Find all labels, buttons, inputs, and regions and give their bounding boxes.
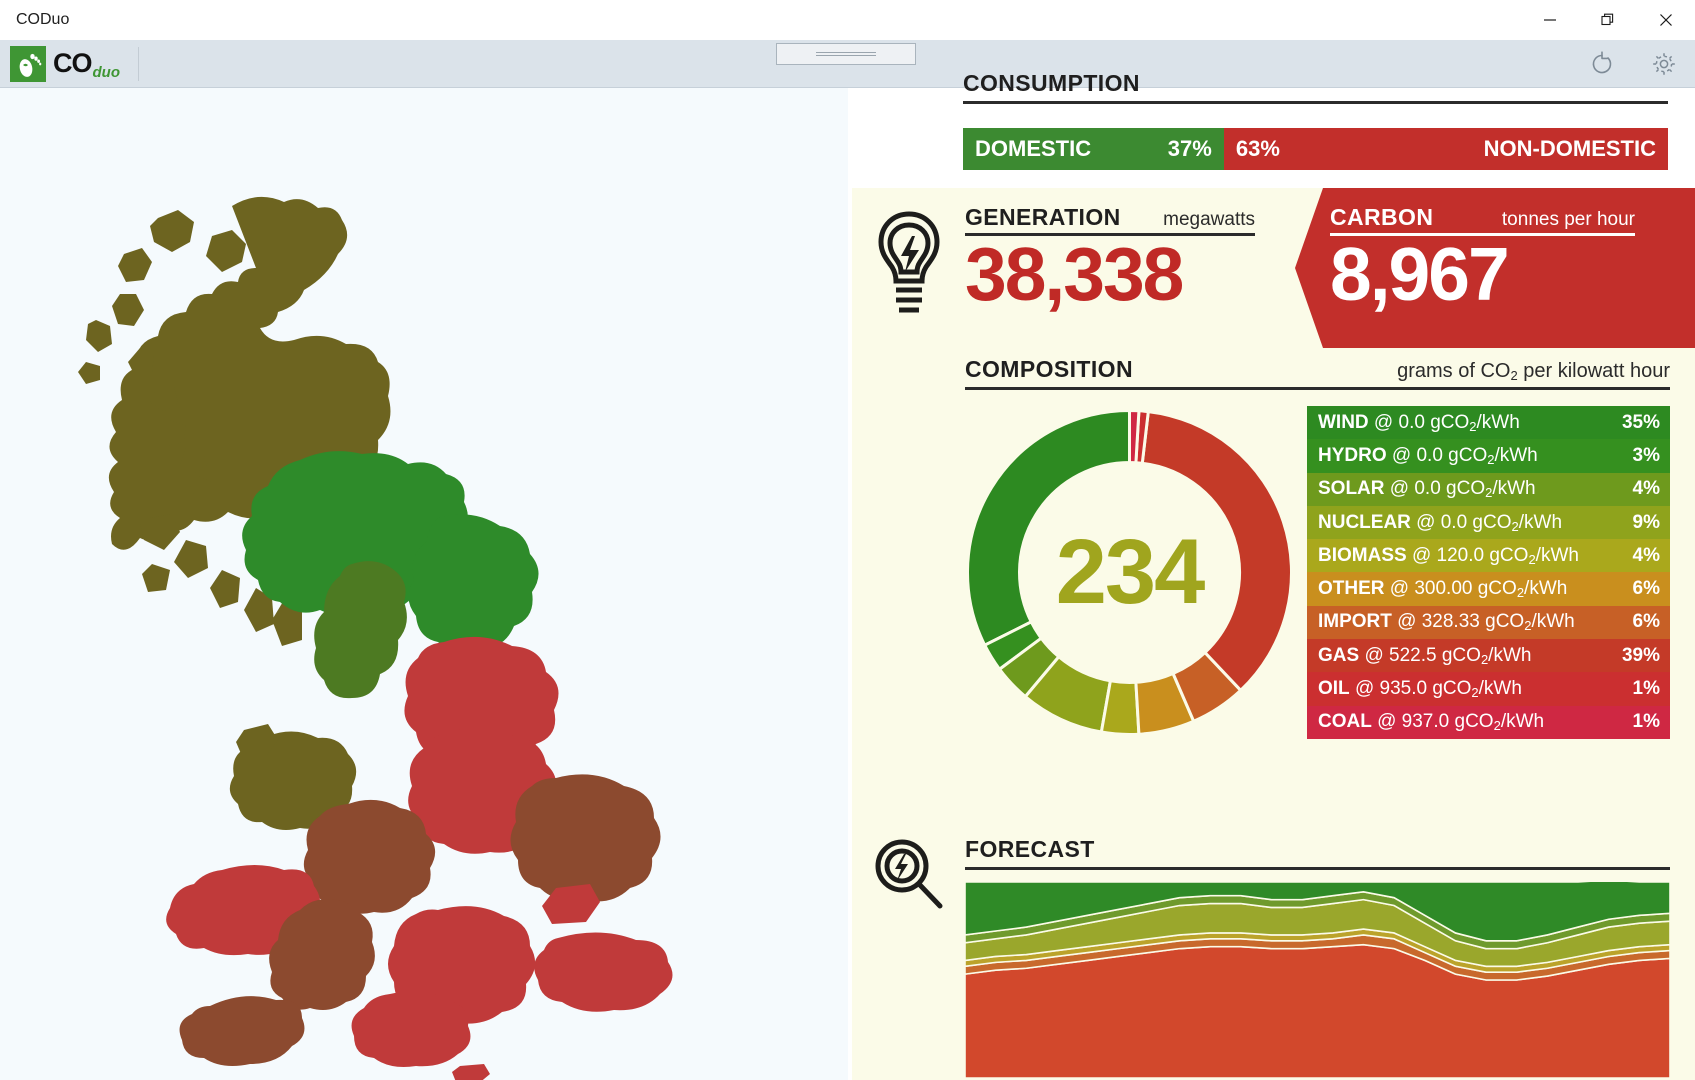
forecast-title: FORECAST xyxy=(965,836,1095,862)
map-region-north-east[interactable] xyxy=(408,514,539,652)
generation-carbon-banner: GENERATION megawatts 38,338 CARBON tonne… xyxy=(852,188,1695,348)
legend-pct-oil: 1% xyxy=(1632,678,1660,700)
legend-pct-nuclear: 9% xyxy=(1632,511,1660,533)
legend-pct-hydro: 3% xyxy=(1632,444,1660,466)
consumption-section: CONSUMPTION DOMESTIC 37% 63% NON-DOMESTI… xyxy=(850,70,1695,186)
legend-label-oil: OIL @ 935.0 gCO2/kWh xyxy=(1318,678,1522,700)
logo-text: CO xyxy=(53,48,92,78)
carbon-value: 8,967 xyxy=(1330,232,1510,316)
consumption-nondomestic-pct: 63% xyxy=(1235,136,1280,161)
map-region-west-midlands[interactable] xyxy=(303,799,436,914)
legend-pct-other: 6% xyxy=(1632,578,1660,600)
carbon-label: CARBON xyxy=(1330,204,1434,230)
legend-pct-wind: 35% xyxy=(1621,411,1660,433)
minimize-button[interactable] xyxy=(1521,0,1579,40)
consumption-domestic-label: DOMESTIC xyxy=(975,136,1092,161)
carbon-unit: tonnes per hour xyxy=(1501,209,1635,230)
footprint-icon xyxy=(10,45,46,82)
restore-button[interactable] xyxy=(1579,0,1637,40)
consumption-domestic-pct: 37% xyxy=(1167,136,1212,161)
composition-title: COMPOSITION xyxy=(965,356,1133,382)
generation-unit: megawatts xyxy=(1163,209,1255,230)
legend-row-other[interactable]: OTHER @ 300.00 gCO2/kWh 6% xyxy=(1307,572,1670,606)
legend-row-biomass[interactable]: BIOMASS @ 120.0 gCO2/kWh 4% xyxy=(1307,539,1670,573)
map-region-cornwall-devon[interactable] xyxy=(179,996,305,1066)
forecast-header: FORECAST xyxy=(965,836,1670,870)
map-region-east-england[interactable] xyxy=(510,774,661,902)
legend-pct-solar: 4% xyxy=(1632,478,1660,500)
legend-label-gas: GAS @ 522.5 gCO2/kWh xyxy=(1318,644,1532,667)
legend-label-nuclear: NUCLEAR @ 0.0 gCO2/kWh xyxy=(1318,511,1563,534)
legend-row-gas[interactable]: GAS @ 522.5 gCO2/kWh 39% xyxy=(1307,639,1670,673)
metrics-card: GENERATION megawatts 38,338 CARBON tonne… xyxy=(852,188,1695,1080)
toolbar-divider xyxy=(138,46,139,81)
map-region-wessex[interactable] xyxy=(351,991,471,1067)
legend-label-hydro: HYDRO @ 0.0 gCO2/kWh xyxy=(1318,444,1538,467)
close-button[interactable] xyxy=(1637,0,1695,40)
panel-splitter-grip[interactable] xyxy=(776,43,916,65)
uk-map-panel[interactable] xyxy=(0,88,848,1080)
legend-row-wind[interactable]: WIND @ 0.0 gCO2/kWh 35% xyxy=(1307,406,1670,440)
forecast-area-chart[interactable] xyxy=(965,882,1670,1078)
uk-map-svg[interactable] xyxy=(0,88,848,1080)
legend-label-other: OTHER @ 300.00 gCO2/kWh xyxy=(1318,578,1568,600)
legend-label-wind: WIND @ 0.0 gCO2/kWh xyxy=(1318,411,1520,434)
legend-label-solar: SOLAR @ 0.0 gCO2/kWh xyxy=(1318,478,1536,501)
consumption-header: CONSUMPTION xyxy=(963,70,1668,104)
legend-row-coal[interactable]: COAL @ 937.0 gCO2/kWh 1% xyxy=(1307,705,1670,739)
lightbulb-icon xyxy=(874,208,944,321)
composition-donut-chart[interactable]: 234 xyxy=(957,400,1302,745)
consumption-title: CONSUMPTION xyxy=(963,70,1140,96)
forecast-svg xyxy=(965,882,1670,1078)
magnifier-bolt-icon xyxy=(870,836,948,919)
consumption-bar: DOMESTIC 37% 63% NON-DOMESTIC xyxy=(963,128,1668,170)
consumption-nondomestic-segment[interactable]: 63% NON-DOMESTIC xyxy=(1223,128,1668,170)
consumption-nondomestic-label: NON-DOMESTIC xyxy=(1483,136,1656,161)
legend-label-import: IMPORT @ 328.33 gCO2/kWh xyxy=(1318,611,1575,634)
carbon-block: CARBON tonnes per hour 8,967 xyxy=(1330,204,1635,311)
donut-center-value: 234 xyxy=(1055,521,1206,623)
legend-label-coal: COAL @ 937.0 gCO2/kWh xyxy=(1318,711,1545,734)
legend-row-nuclear[interactable]: NUCLEAR @ 0.0 gCO2/kWh 9% xyxy=(1307,505,1670,540)
legend-row-import[interactable]: IMPORT @ 328.33 gCO2/kWh 6% xyxy=(1307,605,1670,640)
composition-header: COMPOSITION grams of CO2 per kilowatt ho… xyxy=(965,356,1670,390)
generation-block: GENERATION megawatts 38,338 xyxy=(965,204,1255,311)
app-logo: CO duo xyxy=(10,45,121,82)
composition-unit: grams of CO2 per kilowatt hour xyxy=(1397,360,1670,383)
title-bar: CODuo xyxy=(0,0,1695,40)
legend-pct-biomass: 4% xyxy=(1632,544,1660,566)
window-title: CODuo xyxy=(16,11,70,28)
composition-legend: WIND @ 0.0 gCO2/kWh 35% HYDRO @ 0.0 gCO2/k… xyxy=(1307,406,1670,739)
generation-value: 38,338 xyxy=(965,232,1184,316)
app-window: CODuo CO duo CONSUMPTION DOMESTIC 37% 63… xyxy=(0,0,1695,1080)
window-controls xyxy=(1521,0,1695,40)
logo-subtext: duo xyxy=(92,63,121,81)
map-region-isle-of-wight[interactable] xyxy=(452,1064,490,1080)
dashboard-panel: CONSUMPTION DOMESTIC 37% 63% NON-DOMESTI… xyxy=(850,70,1695,1080)
generation-label: GENERATION xyxy=(965,204,1121,230)
legend-row-solar[interactable]: SOLAR @ 0.0 gCO2/kWh 4% xyxy=(1307,472,1670,506)
legend-pct-import: 6% xyxy=(1632,611,1660,633)
legend-row-hydro[interactable]: HYDRO @ 0.0 gCO2/kWh 3% xyxy=(1307,439,1670,473)
legend-pct-gas: 39% xyxy=(1621,644,1660,666)
consumption-domestic-segment[interactable]: DOMESTIC 37% xyxy=(963,128,1224,170)
legend-row-oil[interactable]: OIL @ 935.0 gCO2/kWh 1% xyxy=(1307,672,1670,706)
map-region-kent-sussex[interactable] xyxy=(534,932,673,1012)
legend-pct-coal: 1% xyxy=(1632,711,1660,733)
legend-label-biomass: BIOMASS @ 120.0 gCO2/kWh xyxy=(1318,544,1579,567)
